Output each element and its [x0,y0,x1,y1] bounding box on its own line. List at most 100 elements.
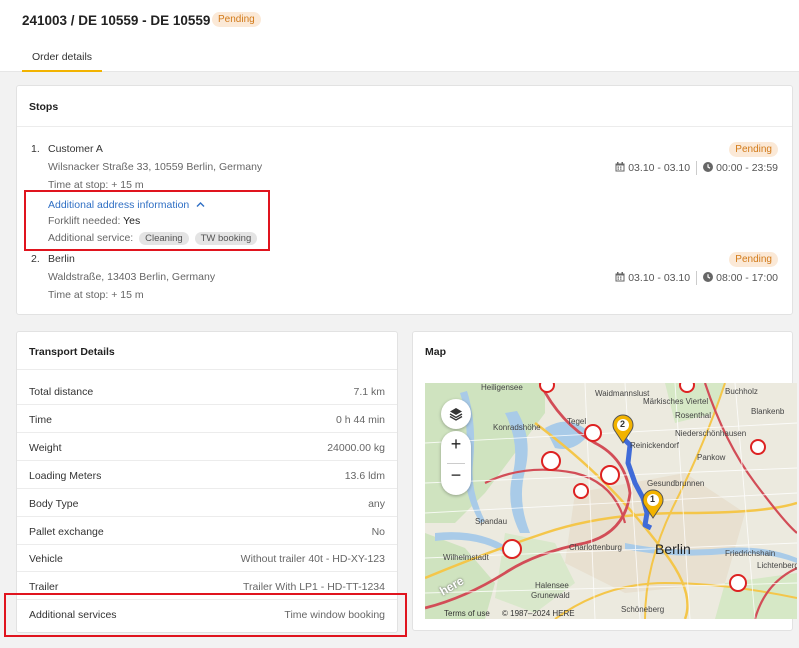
restriction-sign-icon [750,439,766,455]
stop-2-time-at-stop: Time at stop: + 15 m [48,289,144,301]
active-tab-indicator [22,70,102,72]
restriction-sign-icon [573,483,589,499]
stop-1-time-range: 00:00 - 23:59 [716,161,778,174]
detail-row-vehicle: Vehicle Without trailer 40t - HD-XY-123 [17,544,397,572]
detail-value: No [371,526,385,538]
separator [696,161,698,175]
map-place-label: Buchholz [725,387,758,396]
map-place-label: Gesundbrunnen [647,479,705,488]
order-status-badge: Pending [212,12,261,27]
stop-2-address: Waldstraße, 13403 Berlin, Germany [48,271,216,283]
route-map[interactable]: Heiligensee Waidmannslust Konradshöhe Te… [425,383,797,619]
map-place-label: Halensee [535,581,569,590]
detail-label: Vehicle [29,553,63,565]
detail-value: 0 h 44 min [335,414,385,426]
detail-label: Pallet exchange [29,526,104,538]
detail-row-total-distance: Total distance 7.1 km [17,377,397,405]
map-marker-label: 2 [620,419,626,429]
calendar-icon [615,271,625,282]
map-place-label: Konradshöhe [493,423,541,432]
map-place-label: Grunewald [531,591,570,600]
transport-details-card: Transport Details Total distance 7.1 km T… [16,331,398,633]
detail-row-weight: Weight 24000.00 kg [17,433,397,461]
divider [447,463,465,464]
map-place-label: Niederschönhausen [675,429,747,438]
layers-icon [449,408,463,421]
map-place-label: Blankenb [751,407,785,416]
stop-1-schedule: 03.10 - 03.10 00:00 - 23:59 [615,161,778,175]
transport-details-title: Transport Details [29,346,115,358]
map-terms-link[interactable]: Terms of use [444,609,490,618]
map-place-label: Friedrichshain [725,549,776,558]
restriction-sign-icon [539,383,555,393]
map-place-label: Pankow [697,453,726,462]
detail-value: Trailer With LP1 - HD-TT-1234 [243,581,385,593]
detail-value: 13.6 ldm [344,470,385,482]
stop-1-address: Wilsnacker Straße 33, 10559 Berlin, Germ… [48,161,263,173]
map-marker-label: 1 [650,494,656,504]
map-place-label: Märkisches Viertel [643,397,709,406]
map-place-label: Wilhelmstadt [443,553,489,562]
order-title: 241003 / DE 10559 - DE 10559 [22,13,211,28]
detail-value: Without trailer 40t - HD-XY-123 [240,553,385,565]
highlight-additional-services [4,593,407,637]
map-canvas [425,383,797,619]
restriction-sign-icon [502,539,522,559]
divider [17,369,397,370]
stop-1-date-range: 03.10 - 03.10 [628,161,691,174]
stop-2-status-badge: Pending [729,252,778,267]
detail-label: Weight [29,442,62,454]
map-place-label: Reinickendorf [630,441,679,450]
detail-label: Loading Meters [29,470,102,482]
map-title: Map [425,346,446,358]
stop-1-number: 1. [31,143,40,155]
zoom-out-button[interactable]: − [441,465,471,486]
detail-label: Time [29,414,52,426]
clock-icon [703,271,714,282]
stop-1-status-badge: Pending [729,142,778,157]
map-place-label: Schöneberg [621,605,665,614]
map-place-label: Spandau [475,517,508,526]
map-place-label: Tegel [567,417,587,426]
detail-row-loading-meters: Loading Meters 13.6 ldm [17,461,397,489]
tab-order-details[interactable]: Order details [22,51,102,63]
clock-icon [703,161,714,172]
map-zoom-controls: + − [441,431,471,495]
stop-2-date-range: 03.10 - 03.10 [628,271,691,284]
detail-value: any [368,498,385,510]
map-place-label: Lichtenberg [757,561,797,570]
detail-label: Body Type [29,498,79,510]
map-card: Map Heiligensee Waidmannslust Konradshöh… [412,331,797,631]
map-place-label: Waidmannslust [595,389,650,398]
restriction-sign-icon [541,451,561,471]
stops-title: Stops [29,101,59,113]
stop-2-name: Berlin [48,253,75,265]
map-place-label: Heiligensee [481,383,523,392]
calendar-icon [615,161,625,172]
map-copyright: © 1987–2024 HERE [502,609,575,618]
zoom-in-button[interactable]: + [441,434,471,455]
separator [696,271,698,285]
stop-2-number: 2. [31,253,40,265]
detail-label: Total distance [29,386,94,398]
stop-2-schedule: 03.10 - 03.10 08:00 - 17:00 [615,271,778,285]
order-header: 241003 / DE 10559 - DE 10559 Pending Ord… [0,0,799,72]
map-place-label: Charlottenburg [569,543,622,552]
stop-1-name: Customer A [48,143,103,155]
highlight-additional-address-info [24,190,270,251]
divider [17,126,792,127]
map-place-label: Rosenthal [675,411,712,420]
detail-row-body-type: Body Type any [17,489,397,517]
restriction-sign-icon [679,383,695,393]
stop-2-time-range: 08:00 - 17:00 [716,271,778,284]
detail-row-pallet-exchange: Pallet exchange No [17,517,397,545]
detail-value: 24000.00 kg [327,442,385,454]
restriction-sign-icon [600,465,620,485]
map-layers-button[interactable] [441,399,471,429]
detail-row-time: Time 0 h 44 min [17,405,397,433]
restriction-sign-icon [584,424,602,442]
detail-value: 7.1 km [353,386,385,398]
map-city-label: Berlin [655,541,691,557]
detail-label: Trailer [29,581,59,593]
restriction-sign-icon [729,574,747,592]
